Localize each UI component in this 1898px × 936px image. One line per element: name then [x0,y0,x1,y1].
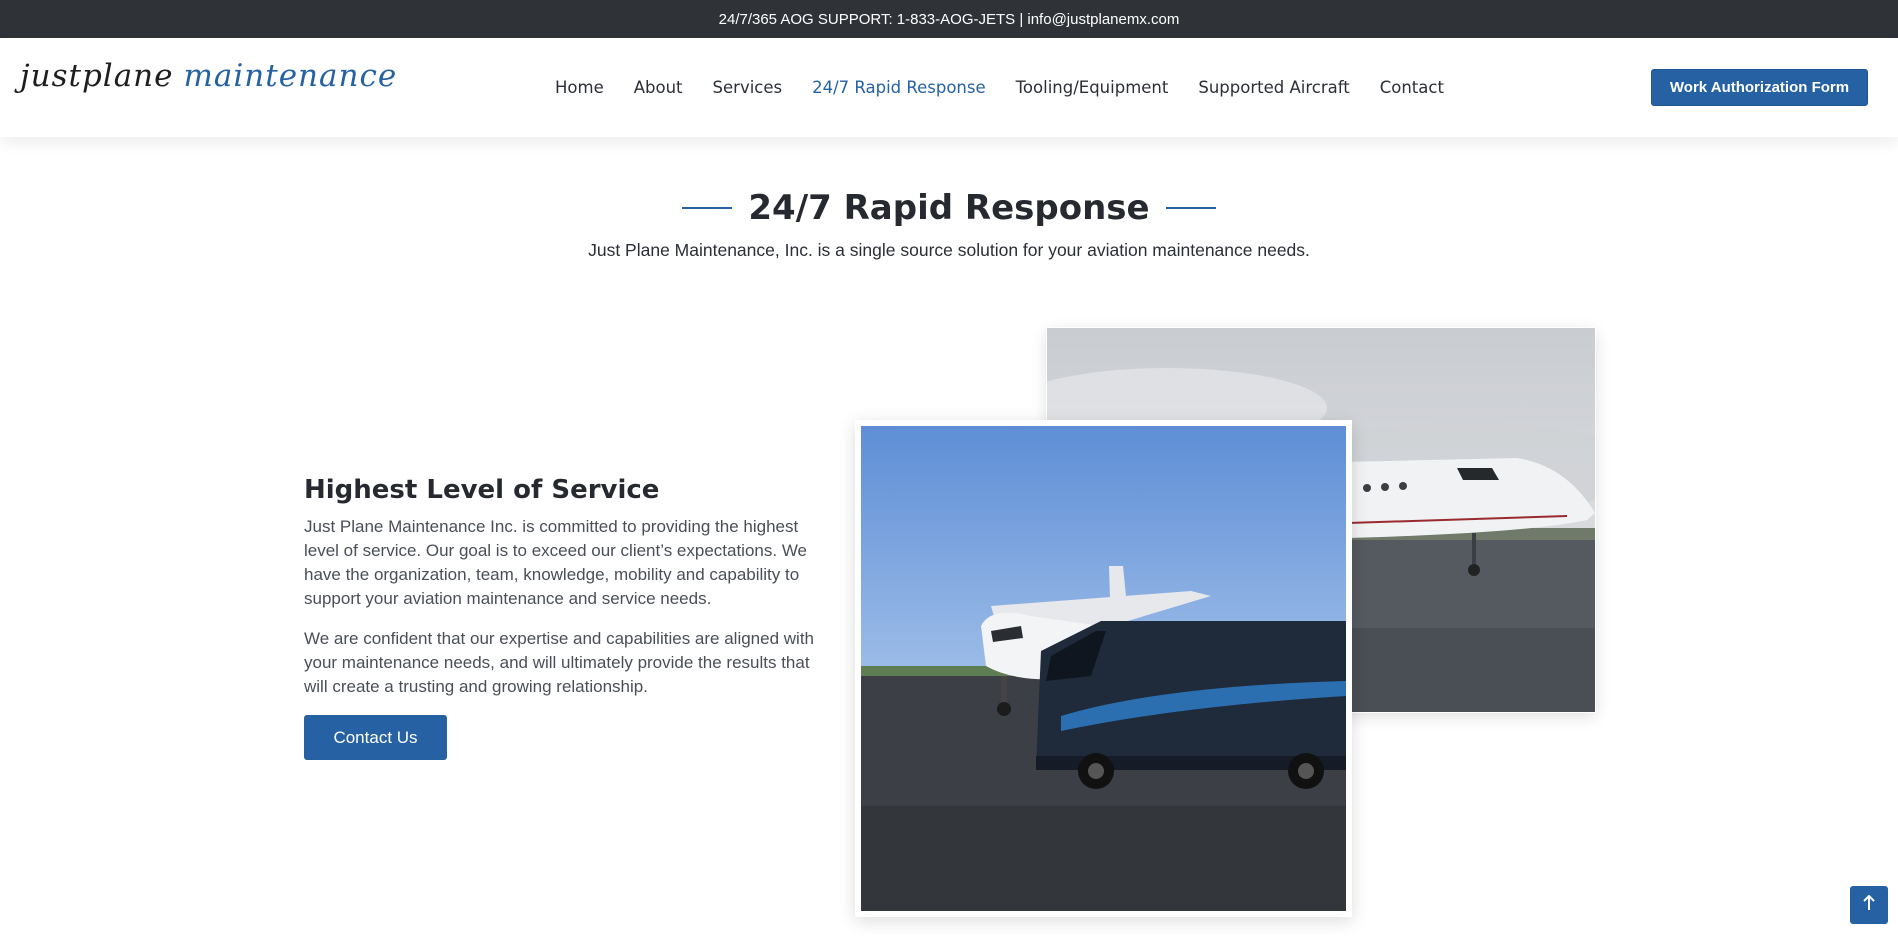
title-divider-left [682,207,733,209]
top-support-bar: 24/7/365 AOG SUPPORT: 1-833-AOG-JETS | i… [0,0,1898,38]
work-authorization-form-button[interactable]: Work Authorization Form [1651,69,1868,106]
site-header: justplane maintenance Home About Services… [0,38,1898,137]
service-content: Highest Level of Service Just Plane Main… [304,475,836,760]
support-info-text: 24/7/365 AOG SUPPORT: 1-833-AOG-JETS | i… [718,10,1180,28]
nav-rapid-response[interactable]: 24/7 Rapid Response [812,78,986,97]
contact-us-button[interactable]: Contact Us [304,715,447,760]
title-divider-right [1165,207,1216,209]
section-heading: Highest Level of Service [304,475,660,505]
section-paragraph-1: Just Plane Maintenance Inc. is committed… [304,517,808,608]
rapid-response-van-photo [855,420,1352,917]
scroll-to-top-button[interactable] [1850,886,1888,924]
site-logo[interactable]: justplane maintenance [20,58,397,94]
page-subtitle: Just Plane Maintenance, Inc. is a single… [588,240,1310,260]
page-title-row: 24/7 Rapid Response [0,188,1898,228]
nav-contact[interactable]: Contact [1380,78,1444,97]
arrow-up-icon [1862,894,1876,916]
nav-services[interactable]: Services [713,78,783,97]
logo-text-part2: maintenance [183,58,398,94]
nav-home[interactable]: Home [555,78,604,97]
section-paragraph-2: We are confident that our expertise and … [304,629,814,696]
nav-supported-aircraft[interactable]: Supported Aircraft [1198,78,1349,97]
nav-tooling-equipment[interactable]: Tooling/Equipment [1016,78,1169,97]
logo-text-part1: justplane [20,58,174,94]
nav-about[interactable]: About [634,78,683,97]
main-nav: Home About Services 24/7 Rapid Response … [555,38,1474,137]
page-title: 24/7 Rapid Response [748,188,1150,228]
